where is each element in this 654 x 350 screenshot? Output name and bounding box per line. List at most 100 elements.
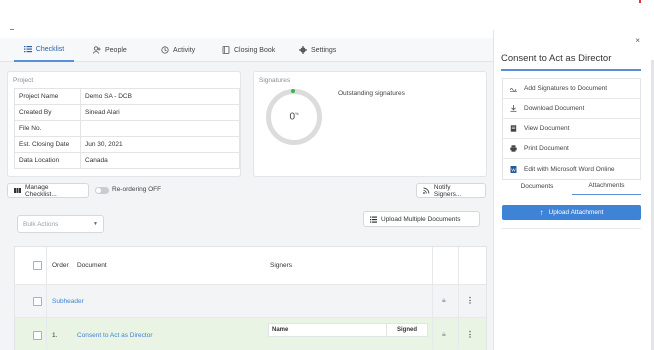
bulk-actions-select[interactable]: Bulk Actions ▼ (17, 215, 104, 233)
documents-grid: Order Document Signers Subheader 🔒︎ ⋮ 1.… (14, 246, 487, 350)
header-signers: Signers (270, 262, 293, 269)
notify-signers-button[interactable]: Notify Signers... (416, 183, 486, 198)
people-icon (93, 46, 101, 54)
columns-icon (14, 188, 21, 193)
word-icon: W (510, 165, 517, 173)
view-document-label: View Document (524, 125, 570, 132)
chevron-down-icon: ▼ (93, 221, 98, 227)
checklist-main: Checklist People Activity Closing Book S… (0, 38, 493, 350)
donut-progress-dot (291, 89, 295, 93)
rss-icon (423, 187, 430, 194)
reordering-label: Re-ordering OFF (112, 186, 162, 193)
document-link[interactable]: Consent to Act as Director (77, 332, 153, 339)
tab-people-label: People (105, 46, 127, 54)
project-row-key: Project Name (14, 88, 81, 105)
tab-bar: Checklist People Activity Closing Book S… (0, 38, 493, 62)
panel-tab-attachments[interactable]: Attachments (572, 177, 641, 195)
project-row-key: Created By (14, 104, 81, 121)
document-side-panel: × Consent to Act as Director Add Signatu… (493, 30, 654, 350)
signatures-unit: % (295, 111, 299, 117)
tab-settings-label: Settings (311, 46, 337, 54)
project-row-value (80, 120, 240, 137)
print-document-action[interactable]: Print Document (503, 139, 640, 159)
lock-icon: 🔒︎ (442, 297, 446, 304)
tab-checklist-label: Checklist (35, 45, 65, 53)
tab-activity-label: Activity (173, 46, 196, 54)
project-row-key: Data Location (14, 152, 81, 169)
add-signatures-label: Add Signatures to Document (524, 85, 608, 92)
project-info-table: Project Name Demo SA - DCB Created By Sine… (14, 88, 240, 169)
notification-dot (639, 0, 641, 3)
edit-word-online-label: Edit with Microsoft Word Online (524, 165, 615, 173)
upload-attachment-button[interactable]: ↑ Upload Attachment (502, 205, 641, 220)
outstanding-signatures-label: Outstanding signatures (338, 90, 405, 97)
panel-actions: Add Signatures to Document Download Docu… (502, 78, 641, 180)
bulk-actions-placeholder: Bulk Actions (23, 220, 59, 228)
tab-checklist[interactable]: Checklist (14, 38, 74, 62)
documents-area: Bulk Actions ▼ Upload Multiple Documents… (7, 206, 488, 350)
grid-col-divider (458, 247, 459, 349)
signatures-donut: 0% (266, 89, 322, 145)
manage-checklist-label: Manage Checklist... (24, 183, 57, 198)
tab-people[interactable]: People (93, 38, 127, 62)
download-document-action[interactable]: Download Document (503, 99, 640, 119)
grid-header-row: Order Document Signers (15, 247, 486, 285)
download-document-label: Download Document (524, 105, 585, 112)
download-icon (510, 105, 517, 112)
tab-settings[interactable]: Settings (299, 38, 336, 62)
project-row-value: Jun 30, 2021 (80, 136, 240, 153)
list-icon (23, 46, 32, 53)
document-order: 1. (52, 332, 58, 339)
signatures-card-title: Signatures (259, 77, 291, 84)
select-all-checkbox[interactable] (33, 261, 42, 270)
history-icon (161, 46, 169, 54)
project-row: Created By Sinead Alari (14, 104, 240, 121)
reordering-toggle[interactable] (95, 187, 109, 194)
manage-checklist-button[interactable]: Manage Checklist... (7, 183, 89, 198)
project-card-title: Project (13, 77, 34, 84)
panel-divider (502, 228, 641, 229)
signatures-percent: 0% (289, 111, 298, 122)
document-icon (510, 125, 517, 132)
signatures-card: Signatures 0% Outstanding signatures (253, 71, 487, 177)
signature-icon (510, 88, 517, 92)
tab-activity[interactable]: Activity (161, 38, 195, 62)
tab-closing-book-label: Closing Book (234, 46, 276, 54)
panel-title-underline (501, 69, 641, 71)
close-icon[interactable]: × (635, 36, 640, 45)
project-card: Project Project Name Demo SA - DCB Create… (7, 71, 241, 177)
list-icon (370, 216, 377, 223)
gear-icon (299, 46, 307, 54)
project-row: Est. Closing Date Jun 30, 2021 (14, 136, 240, 153)
upload-multiple-documents-label: Upload Multiple Documents (381, 215, 461, 223)
arrow-up-icon: ↑ (539, 208, 544, 217)
grid-col-divider (432, 247, 433, 349)
upload-attachment-label: Upload Attachment (548, 209, 604, 216)
book-icon (222, 46, 230, 54)
project-row: Data Location Canada (14, 152, 240, 169)
panel-title: Consent to Act as Director (501, 53, 612, 64)
subheader-row: Subheader 🔒︎ ⋮ (15, 285, 486, 318)
row-menu-icon[interactable]: ⋮ (466, 330, 474, 339)
header-document: Document (77, 262, 107, 269)
project-row-value: Sinead Alari (80, 104, 240, 121)
subheader-link[interactable]: Subheader (52, 298, 84, 305)
upload-multiple-documents-button[interactable]: Upload Multiple Documents (363, 211, 480, 227)
project-row: Project Name Demo SA - DCB (14, 88, 240, 105)
edit-word-online-action[interactable]: W Edit with Microsoft Word Online (503, 159, 640, 179)
view-document-action[interactable]: View Document (503, 119, 640, 139)
panel-tab-documents[interactable]: Documents (502, 177, 572, 195)
project-row-key: File No. (14, 120, 81, 137)
subheader-checkbox[interactable] (33, 297, 42, 306)
printer-icon (510, 145, 517, 152)
project-row-key: Est. Closing Date (14, 136, 81, 153)
signer-signed-header: Signed (396, 327, 417, 333)
row-menu-icon[interactable]: ⋮ (466, 296, 474, 305)
tab-closing-book[interactable]: Closing Book (222, 38, 275, 62)
signers-mini-table: Name Signed (268, 323, 428, 337)
add-signatures-action[interactable]: Add Signatures to Document (503, 79, 640, 99)
signer-name-header: Name (269, 324, 387, 336)
project-row-value: Canada (80, 152, 240, 169)
document-row-checkbox[interactable] (33, 331, 42, 340)
print-document-label: Print Document (524, 145, 569, 152)
